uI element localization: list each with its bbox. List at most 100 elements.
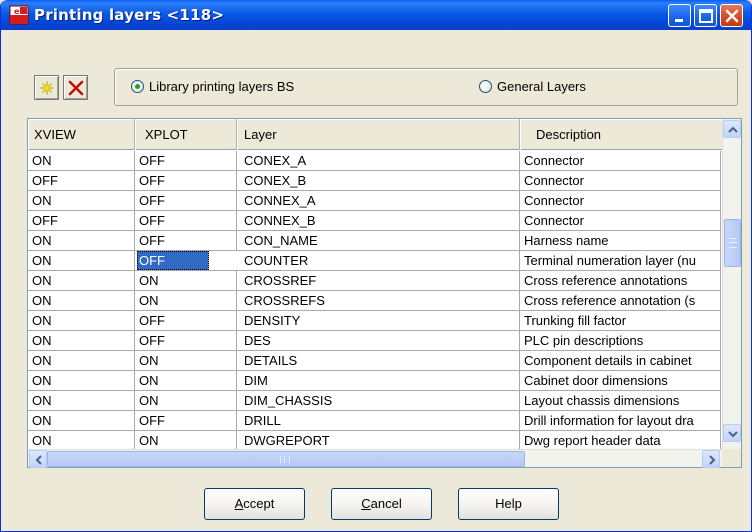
table-row[interactable]: ON OFF CONEX_A Connector [28, 151, 721, 171]
cell-xplot[interactable]: ON [135, 371, 237, 390]
table-row[interactable]: ON OFF COUNTER Terminal numeration layer (n… [28, 251, 721, 271]
cell-xplot[interactable]: OFF [135, 191, 237, 210]
cell-xview[interactable]: ON [28, 371, 135, 390]
cell-description[interactable]: Terminal numeration layer (nu [520, 251, 721, 270]
table-row[interactable]: ON OFF CONNEX_A Connector [28, 191, 721, 211]
table-row[interactable]: ON ON DWGREPORT Dwg report header data [28, 431, 721, 449]
cell-description[interactable]: Connector [520, 151, 721, 170]
cell-xview[interactable]: ON [28, 231, 135, 250]
table-row[interactable]: ON OFF DRILL Drill information for layout d… [28, 411, 721, 431]
cell-xplot[interactable]: OFF [135, 211, 237, 230]
cell-xplot[interactable]: OFF [135, 231, 237, 250]
vertical-scroll-thumb[interactable] [724, 219, 741, 267]
cell-layer[interactable]: DETAILS [237, 351, 520, 370]
cell-xview[interactable]: ON [28, 151, 135, 170]
cancel-button[interactable]: Cancel [331, 488, 432, 520]
accept-button[interactable]: Accept [204, 488, 305, 520]
close-button[interactable] [720, 4, 743, 27]
cell-description[interactable]: Cross reference annotation (s [520, 291, 721, 310]
cell-xplot[interactable]: OFF [135, 311, 237, 330]
cell-layer[interactable]: CONNEX_B [237, 211, 520, 230]
cell-description[interactable]: Layout chassis dimensions [520, 391, 721, 410]
cell-xview[interactable]: OFF [28, 171, 135, 190]
column-header-layer[interactable]: Layer [237, 119, 520, 150]
cell-xview[interactable]: ON [28, 351, 135, 370]
cell-description[interactable]: Connector [520, 211, 721, 230]
vertical-scrollbar[interactable] [722, 119, 741, 449]
cell-xview[interactable]: ON [28, 391, 135, 410]
cell-xview[interactable]: OFF [28, 211, 135, 230]
cell-xplot[interactable]: ON [135, 291, 237, 310]
table-row[interactable]: ON ON DIM Cabinet door dimensions [28, 371, 721, 391]
delete-layer-button[interactable] [63, 75, 88, 100]
title-bar[interactable]: e Printing layers <118> [1, 0, 751, 30]
cell-layer[interactable]: CROSSREFS [237, 291, 520, 310]
maximize-button[interactable] [694, 4, 717, 27]
cell-description[interactable]: Trunking fill factor [520, 311, 721, 330]
cell-description[interactable]: Drill information for layout dra [520, 411, 721, 430]
cell-description[interactable]: Connector [520, 191, 721, 210]
cell-description[interactable]: PLC pin descriptions [520, 331, 721, 350]
cell-xplot[interactable]: ON [135, 431, 237, 449]
radio-selected-icon[interactable] [131, 80, 144, 93]
cell-description[interactable]: Connector [520, 171, 721, 190]
scroll-right-button[interactable] [702, 450, 720, 468]
cell-layer[interactable]: COUNTER [237, 251, 520, 270]
table-row[interactable]: OFF OFF CONNEX_B Connector [28, 211, 721, 231]
table-row[interactable]: OFF OFF CONEX_B Connector [28, 171, 721, 191]
cell-xplot[interactable]: OFF [137, 251, 209, 270]
cell-layer[interactable]: CONEX_A [237, 151, 520, 170]
cell-layer[interactable]: DIM [237, 371, 520, 390]
cell-description[interactable]: Component details in cabinet [520, 351, 721, 370]
table-row[interactable]: ON OFF DENSITY Trunking fill factor [28, 311, 721, 331]
cell-xview[interactable]: ON [28, 331, 135, 350]
cell-layer[interactable]: CROSSREF [237, 271, 520, 290]
cell-xview[interactable]: ON [28, 291, 135, 310]
minimize-button[interactable] [668, 4, 691, 27]
radio-library-printing-layers[interactable]: Library printing layers BS [131, 79, 294, 94]
cell-xplot[interactable]: OFF [135, 171, 237, 190]
help-button[interactable]: Help [458, 488, 559, 520]
column-header-description[interactable]: Description [520, 119, 723, 150]
horizontal-scrollbar[interactable] [28, 449, 741, 468]
app-document-icon[interactable]: e [9, 5, 29, 25]
cell-xplot[interactable]: ON [135, 271, 237, 290]
table-row[interactable]: ON ON CROSSREFS Cross reference annotation … [28, 291, 721, 311]
cell-layer[interactable]: DIM_CHASSIS [237, 391, 520, 410]
cell-xview[interactable]: ON [28, 431, 135, 449]
cell-description[interactable]: Dwg report header data [520, 431, 721, 449]
scroll-down-button[interactable] [723, 424, 741, 442]
column-header-xview[interactable]: XVIEW [28, 119, 135, 150]
radio-general-layers[interactable]: General Layers [479, 79, 586, 94]
table-row[interactable]: ON OFF CON_NAME Harness name [28, 231, 721, 251]
column-header-xplot[interactable]: XPLOT [135, 119, 237, 150]
cell-xview[interactable]: ON [28, 311, 135, 330]
scroll-left-button[interactable] [29, 450, 47, 468]
cell-layer[interactable]: DES [237, 331, 520, 350]
radio-unselected-icon[interactable] [479, 80, 492, 93]
cell-xplot[interactable]: ON [135, 391, 237, 410]
cell-layer[interactable]: CON_NAME [237, 231, 520, 250]
cell-layer[interactable]: DRILL [237, 411, 520, 430]
cell-xview[interactable]: ON [28, 251, 135, 270]
cell-description[interactable]: Cross reference annotations [520, 271, 721, 290]
cell-layer[interactable]: CONNEX_A [237, 191, 520, 210]
cell-description[interactable]: Cabinet door dimensions [520, 371, 721, 390]
cell-layer[interactable]: CONEX_B [237, 171, 520, 190]
cell-xplot[interactable]: ON [135, 351, 237, 370]
cell-xview[interactable]: ON [28, 191, 135, 210]
cell-xview[interactable]: ON [28, 411, 135, 430]
scroll-up-button[interactable] [723, 120, 741, 138]
cell-xplot[interactable]: OFF [135, 151, 237, 170]
cell-xplot[interactable]: OFF [135, 411, 237, 430]
new-layer-button[interactable] [34, 75, 59, 100]
table-row[interactable]: ON ON DETAILS Component details in cabinet [28, 351, 721, 371]
cell-xview[interactable]: ON [28, 271, 135, 290]
table-row[interactable]: ON ON DIM_CHASSIS Layout chassis dimensions [28, 391, 721, 411]
cell-description[interactable]: Harness name [520, 231, 721, 250]
table-row[interactable]: ON OFF DES PLC pin descriptions [28, 331, 721, 351]
cell-layer[interactable]: DENSITY [237, 311, 520, 330]
horizontal-scroll-thumb[interactable] [47, 451, 525, 467]
table-row[interactable]: ON ON CROSSREF Cross reference annotations [28, 271, 721, 291]
cell-xplot[interactable]: OFF [135, 331, 237, 350]
